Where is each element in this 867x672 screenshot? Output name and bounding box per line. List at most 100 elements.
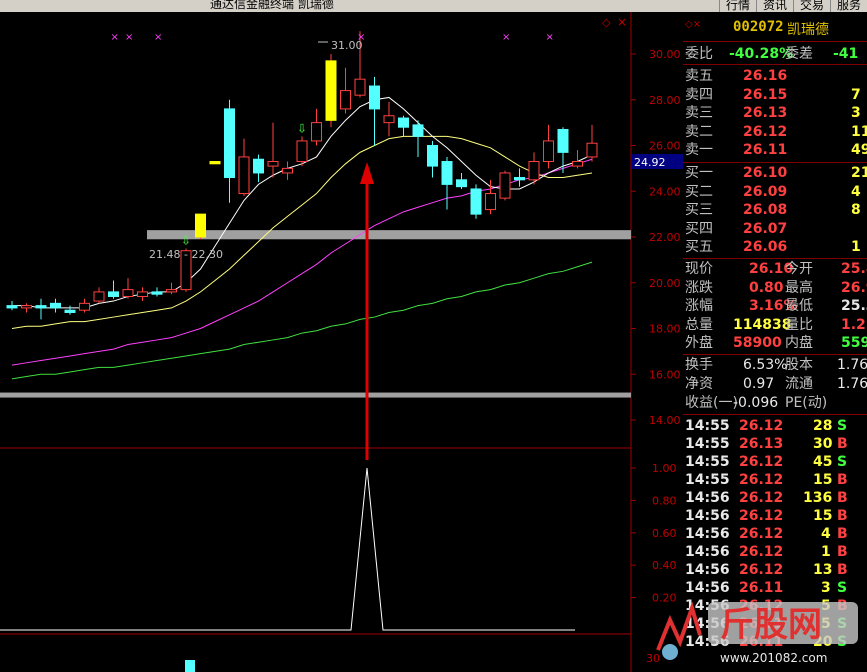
- tick-side: B: [837, 562, 848, 578]
- tab-fuwu[interactable]: 服务: [829, 0, 867, 12]
- candle[interactable]: [383, 102, 395, 137]
- price-tick-label: 18.00: [649, 323, 681, 336]
- candle[interactable]: [557, 127, 569, 173]
- candle[interactable]: [122, 278, 134, 299]
- quote-label: 今开: [785, 261, 813, 277]
- tick-time: 14:56: [685, 526, 730, 542]
- candle[interactable]: [267, 122, 279, 178]
- candle[interactable]: [514, 168, 525, 187]
- tick-time: 14:56: [685, 562, 730, 578]
- tick-row: 14:56 26.12 13 B: [683, 561, 867, 579]
- close-icon[interactable]: ×: [617, 15, 627, 29]
- sell-order-row: 卖三 26.13 3: [683, 104, 867, 122]
- quote-row: 外盘 58900内盘 5593: [683, 334, 867, 352]
- candle[interactable]: [253, 154, 264, 183]
- restore-icon[interactable]: ◇: [602, 16, 611, 29]
- candle[interactable]: [572, 150, 583, 169]
- quote-label: 外盘: [685, 335, 713, 351]
- candle[interactable]: [209, 161, 221, 165]
- weibi-label: 委比: [685, 46, 713, 62]
- tab-zixun[interactable]: 资讯: [755, 0, 793, 12]
- tick-price: 26.12: [739, 472, 784, 488]
- candle[interactable]: [6, 301, 18, 311]
- quote-label: 涨幅: [685, 298, 713, 314]
- candle[interactable]: [412, 120, 424, 157]
- order-label: 卖一: [685, 142, 713, 158]
- quote-label: 量比: [785, 316, 813, 333]
- x-marker-icon: ×: [125, 32, 133, 43]
- watermark-logo: 斤股网 www.201082.com: [656, 601, 858, 665]
- watermark-url: www.201082.com: [720, 651, 827, 665]
- buy-signal-arrow-icon: ⇩: [297, 121, 307, 135]
- order-volume: 49: [851, 142, 867, 158]
- candle[interactable]: [50, 298, 61, 313]
- candles[interactable]: [6, 31, 598, 320]
- order-volume: 1: [851, 239, 861, 255]
- x-marker-icon: ×: [502, 32, 510, 43]
- indicator-tick-label: 1.00: [652, 462, 677, 475]
- candle[interactable]: [311, 108, 322, 146]
- stock-code: 002072: [733, 19, 784, 35]
- candle[interactable]: [427, 140, 438, 178]
- price-tick-label: 20.00: [649, 277, 681, 290]
- candle[interactable]: [195, 213, 206, 240]
- tick-side: B: [837, 472, 848, 488]
- candle[interactable]: [340, 67, 351, 114]
- tick-volume: 1: [821, 544, 831, 560]
- fund-row: 收益(一) -0.096 PE(动): [683, 394, 867, 412]
- control-icons[interactable]: ◇ ×: [602, 15, 627, 29]
- tick-row: 14:55 26.12 45 S: [683, 453, 867, 471]
- candle[interactable]: [108, 280, 119, 299]
- candle[interactable]: [238, 138, 250, 196]
- candle[interactable]: [93, 287, 105, 304]
- candle[interactable]: [282, 161, 293, 180]
- tick-price: 26.12: [739, 490, 784, 506]
- candle[interactable]: [21, 303, 32, 313]
- tick-volume: 4: [821, 526, 831, 542]
- candle[interactable]: [35, 298, 47, 320]
- candle[interactable]: [166, 282, 177, 295]
- tick-time: 14:56: [685, 544, 730, 560]
- quote-label: 现价: [685, 261, 713, 277]
- candle[interactable]: [441, 156, 453, 210]
- candle[interactable]: [79, 298, 90, 313]
- tab-jiaoyi[interactable]: 交易: [792, 0, 830, 12]
- candle[interactable]: [224, 99, 235, 203]
- header-control-icon[interactable]: ◇×: [685, 19, 701, 30]
- candle[interactable]: [456, 172, 467, 189]
- candle[interactable]: [485, 179, 496, 215]
- order-label: 买四: [685, 220, 713, 237]
- candle[interactable]: [499, 170, 511, 201]
- candle[interactable]: [325, 54, 337, 128]
- candle[interactable]: [398, 115, 409, 137]
- high-price-label: 31.00: [331, 39, 363, 52]
- tab-hangqing[interactable]: 行情: [718, 0, 756, 12]
- order-label: 买二: [685, 183, 713, 200]
- weibi-row: 委比 -40.28% 委差 -41: [683, 45, 867, 63]
- candle[interactable]: [137, 287, 148, 302]
- candle[interactable]: [296, 136, 308, 167]
- tick-row: 14:55 26.13 30 B: [683, 435, 867, 453]
- order-price: 26.09: [743, 183, 788, 200]
- tick-volume: 30: [813, 436, 833, 452]
- tick-time: 14:55: [685, 472, 730, 488]
- kline-chart[interactable]: 30.00 28.00 26.00 24.00 22.00 20.00 18.00 16.00…: [0, 12, 683, 672]
- weibi-value: -40.28%: [729, 46, 794, 62]
- tick-price: 26.12: [739, 562, 784, 578]
- candle[interactable]: [151, 287, 163, 297]
- tick-row: 14:56 26.12 15 B: [683, 507, 867, 525]
- candle[interactable]: [64, 305, 76, 315]
- candle[interactable]: [543, 124, 554, 169]
- candle[interactable]: [528, 152, 540, 185]
- candle[interactable]: [470, 184, 482, 219]
- tick-price: 26.12: [739, 526, 784, 542]
- tick-volume: 13: [813, 562, 833, 578]
- tick-side: B: [837, 436, 848, 452]
- tick-side: S: [837, 454, 848, 470]
- quote-value: 26.9: [841, 279, 867, 296]
- quote-label: 最高: [785, 279, 813, 296]
- tick-time: 14:56: [685, 508, 730, 524]
- candle[interactable]: [586, 124, 598, 162]
- candle[interactable]: [369, 76, 380, 146]
- buy-order-row: 买三 26.08 8: [683, 201, 867, 219]
